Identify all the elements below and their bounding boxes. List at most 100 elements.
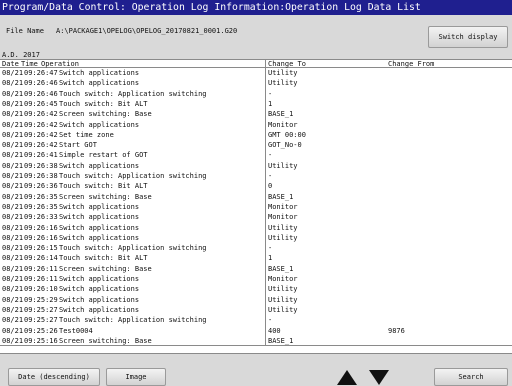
- cell-operation: Switch applications: [59, 79, 140, 88]
- log-row[interactable]: 08/21 09:26:46 Touch switch: Application s…: [0, 89, 512, 99]
- log-row[interactable]: 08/21 09:26:11 Screen switching: Base BASE_…: [0, 264, 512, 274]
- cell-change-to: Utility: [268, 295, 298, 304]
- cell-change-to: BASE_1: [268, 336, 294, 345]
- cell-time: 09:26:35: [24, 202, 58, 211]
- cell-change-to: -: [268, 151, 273, 160]
- cell-date: 08/21: [2, 182, 24, 191]
- log-row[interactable]: 08/21 09:26:35 Switch applications Monitor: [0, 202, 512, 212]
- log-row[interactable]: 08/21 09:26:42 Set time zone GMT 00:00: [0, 130, 512, 140]
- cell-time: 09:26:42: [24, 130, 58, 139]
- cell-operation: Switch applications: [59, 202, 140, 211]
- cell-date: 08/21: [2, 316, 24, 325]
- cell-change-to: Monitor: [268, 275, 298, 283]
- log-row[interactable]: 08/21 09:25:29 Switch applications Utility: [0, 295, 512, 305]
- cell-change-to: Utility: [268, 69, 298, 77]
- cell-time: 09:26:46: [24, 89, 58, 98]
- image-button[interactable]: Image: [106, 368, 166, 386]
- cell-operation: Screen switching: Base: [59, 192, 152, 201]
- cell-date: 08/21: [2, 326, 24, 335]
- cell-time: 09:25:26: [24, 326, 58, 335]
- log-row[interactable]: 08/21 09:25:16 Screen switching: Base BASE_…: [0, 336, 512, 345]
- header-change-to: Change To: [268, 60, 306, 68]
- file-path: A:\PACKAGE1\OPELOG\OPELOG_20170821_0001.…: [56, 27, 238, 35]
- cell-time: 09:25:16: [24, 336, 58, 345]
- log-row[interactable]: 08/21 09:25:27 Touch switch: Application s…: [0, 315, 512, 325]
- scroll-down-button[interactable]: [364, 368, 394, 386]
- cell-change-to: Monitor: [268, 213, 298, 222]
- cell-time: 09:26:38: [24, 172, 58, 180]
- cell-operation: Switch applications: [59, 305, 140, 314]
- cell-time: 09:25:29: [24, 295, 58, 304]
- switch-display-label: Switch display: [438, 33, 498, 41]
- cell-date: 08/21: [2, 69, 24, 77]
- cell-operation: Touch switch: Application switching: [59, 89, 207, 98]
- cell-date: 08/21: [2, 244, 24, 253]
- log-row[interactable]: 08/21 09:25:27 Switch applications Utility: [0, 305, 512, 315]
- cell-operation: Start GOT: [59, 141, 97, 150]
- cell-operation: Switch applications: [59, 275, 140, 283]
- cell-change-to: -: [268, 316, 273, 325]
- log-row[interactable]: 08/21 09:26:35 Screen switching: Base BASE_…: [0, 192, 512, 202]
- cell-change-to: BASE_1: [268, 110, 294, 119]
- cell-time: 09:26:15: [24, 244, 58, 253]
- cell-date: 08/21: [2, 79, 24, 88]
- cell-operation: Touch switch: Application switching: [59, 316, 207, 325]
- log-row[interactable]: 08/21 09:26:16 Switch applications Utility: [0, 223, 512, 233]
- log-row[interactable]: 08/21 09:26:16 Switch applications Utility: [0, 233, 512, 243]
- cell-date: 08/21: [2, 161, 24, 170]
- image-button-label: Image: [125, 373, 147, 381]
- cell-operation: Switch applications: [59, 295, 140, 304]
- cell-change-to: GOT_No-0: [268, 141, 302, 150]
- log-row[interactable]: 08/21 09:26:15 Touch switch: Application s…: [0, 243, 512, 253]
- cell-time: 09:26:11: [24, 264, 58, 273]
- search-button-label: Search: [458, 373, 484, 381]
- cell-change-to: Utility: [268, 161, 298, 170]
- cell-date: 08/21: [2, 89, 24, 98]
- log-row[interactable]: 08/21 09:26:45 Touch switch: Bit ALT 1: [0, 99, 512, 109]
- log-row[interactable]: 08/21 09:25:26 Test0004 400 9876: [0, 326, 512, 336]
- cell-change-to: Utility: [268, 305, 298, 314]
- sort-order-label: Date (descending): [18, 373, 90, 381]
- cell-change-to: 1: [268, 99, 273, 108]
- log-row[interactable]: 08/21 09:26:36 Touch switch: Bit ALT 0: [0, 181, 512, 191]
- cell-time: 09:25:27: [24, 316, 58, 325]
- cell-time: 09:26:14: [24, 254, 58, 263]
- log-row[interactable]: 08/21 09:26:38 Touch switch: Application s…: [0, 171, 512, 181]
- log-row[interactable]: 08/21 09:26:42 Screen switching: Base BASE_…: [0, 109, 512, 119]
- sort-order-button[interactable]: Date (descending): [8, 368, 100, 386]
- search-button[interactable]: Search: [434, 368, 508, 386]
- cell-date: 08/21: [2, 192, 24, 201]
- cell-change-to: Monitor: [268, 120, 298, 129]
- header-date: Date: [2, 60, 19, 68]
- cell-change-to: 0: [268, 182, 273, 191]
- log-row[interactable]: 08/21 09:26:33 Switch applications Monitor: [0, 212, 512, 222]
- cell-operation: Switch applications: [59, 233, 140, 242]
- switch-display-button[interactable]: Switch display: [428, 26, 508, 48]
- cell-time: 09:26:10: [24, 285, 58, 294]
- cell-date: 08/21: [2, 130, 24, 139]
- cell-time: 09:26:33: [24, 213, 58, 222]
- log-row[interactable]: 08/21 09:26:46 Switch applications Utility: [0, 78, 512, 88]
- cell-date: 08/21: [2, 99, 24, 108]
- cell-time: 09:26:42: [24, 120, 58, 129]
- cell-change-to: -: [268, 89, 273, 98]
- window-title-bar: Program/Data Control: Operation Log Info…: [0, 0, 512, 15]
- log-row[interactable]: 08/21 09:26:11 Switch applications Monitor: [0, 274, 512, 284]
- cell-date: 08/21: [2, 295, 24, 304]
- log-row[interactable]: 08/21 09:26:47 Switch applications Utility: [0, 68, 512, 78]
- table-header: Date Time Operation Change To Change Fro…: [0, 60, 512, 68]
- cell-time: 09:26:42: [24, 141, 58, 150]
- log-row[interactable]: 08/21 09:26:42 Switch applications Monitor: [0, 120, 512, 130]
- cell-operation: Switch applications: [59, 161, 140, 170]
- cell-time: 09:26:35: [24, 192, 58, 201]
- log-row[interactable]: 08/21 09:26:10 Switch applications Utility: [0, 284, 512, 294]
- cell-change-to: Monitor: [268, 202, 298, 211]
- log-row[interactable]: 08/21 09:26:41 Simple restart of GOT -: [0, 150, 512, 160]
- log-row[interactable]: 08/21 09:26:42 Start GOT GOT_No-0: [0, 140, 512, 150]
- log-row[interactable]: 08/21 09:26:38 Switch applications Utility: [0, 161, 512, 171]
- cell-change-to: -: [268, 244, 273, 253]
- cell-change-from: 9876: [388, 326, 405, 335]
- cell-change-to: GMT 00:00: [268, 130, 306, 139]
- log-row[interactable]: 08/21 09:26:14 Touch switch: Bit ALT 1: [0, 253, 512, 263]
- scroll-up-button[interactable]: [332, 368, 362, 386]
